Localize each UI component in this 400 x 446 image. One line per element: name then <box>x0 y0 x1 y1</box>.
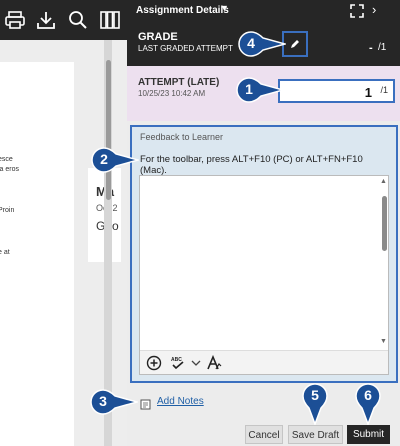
grade-subtitle: LAST GRADED ATTEMPT <box>138 44 233 53</box>
book-icon[interactable] <box>99 9 121 31</box>
panel-title[interactable]: Assignment Details <box>136 5 229 16</box>
editor-scroll-thumb[interactable] <box>382 196 387 251</box>
editor-toolbar: ABC <box>140 350 388 374</box>
feedback-editor[interactable]: ▲ ▼ ABC <box>139 175 389 375</box>
assignment-details-panel: Assignment Details ▼ › GRADE LAST GRADED… <box>127 0 400 446</box>
document-text: esce <box>0 156 13 163</box>
grade-max: /1 <box>378 42 387 53</box>
save-draft-button[interactable]: Save Draft <box>288 425 343 444</box>
feedback-section: Feedback to Learner For the toolbar, pre… <box>130 125 398 383</box>
callout-6: 6 <box>355 383 381 425</box>
attempt-title: ATTEMPT (LATE) <box>138 77 220 88</box>
submit-button[interactable]: Submit <box>347 425 390 444</box>
add-notes-label: Add Notes <box>157 396 204 407</box>
chevron-down-icon[interactable] <box>188 355 204 371</box>
attempt-score-value: 1 <box>364 85 372 100</box>
cancel-button[interactable]: Cancel <box>245 425 283 444</box>
search-icon[interactable] <box>67 9 89 31</box>
feedback-hint: For the toolbar, press ALT+F10 (PC) or A… <box>140 154 363 176</box>
callout-3: 3 <box>90 389 138 415</box>
spellcheck-icon[interactable]: ABC <box>170 355 186 371</box>
accessibility-icon[interactable] <box>206 355 222 371</box>
print-icon[interactable] <box>4 9 26 31</box>
attempt-score-input[interactable]: 1 /1 <box>278 79 395 103</box>
callout-5: 5 <box>302 383 328 425</box>
expand-icon[interactable] <box>350 4 364 18</box>
callout-2: 2 <box>91 147 139 173</box>
scroll-up-icon[interactable]: ▲ <box>380 178 387 185</box>
download-icon[interactable] <box>35 9 57 31</box>
grade-title: GRADE <box>138 31 178 43</box>
callout-4: 4 <box>238 31 286 57</box>
document-text: e at <box>0 249 10 256</box>
pencil-icon <box>291 40 299 48</box>
attempt-score-max: /1 <box>380 85 388 95</box>
document-text: Proin <box>0 207 15 214</box>
viewer-scroll-thumb[interactable] <box>106 60 111 200</box>
callout-1: 1 <box>236 77 284 103</box>
document-text: la eros <box>0 166 20 173</box>
chevron-down-icon[interactable]: ▼ <box>220 3 229 13</box>
viewer-toolbar <box>0 0 127 40</box>
add-content-icon[interactable] <box>146 355 162 371</box>
panel-header: Assignment Details ▼ › <box>127 0 400 22</box>
feedback-label: Feedback to Learner <box>140 132 224 142</box>
document-page: esce la eros Proin e at <box>0 62 74 446</box>
chevron-right-icon[interactable]: › <box>372 2 376 17</box>
svg-text:ABC: ABC <box>171 357 182 363</box>
scroll-down-icon[interactable]: ▼ <box>380 338 387 345</box>
grade-value: - <box>369 42 373 54</box>
notes-icon <box>140 397 151 410</box>
attempt-date: 10/25/23 10:42 AM <box>138 89 206 98</box>
